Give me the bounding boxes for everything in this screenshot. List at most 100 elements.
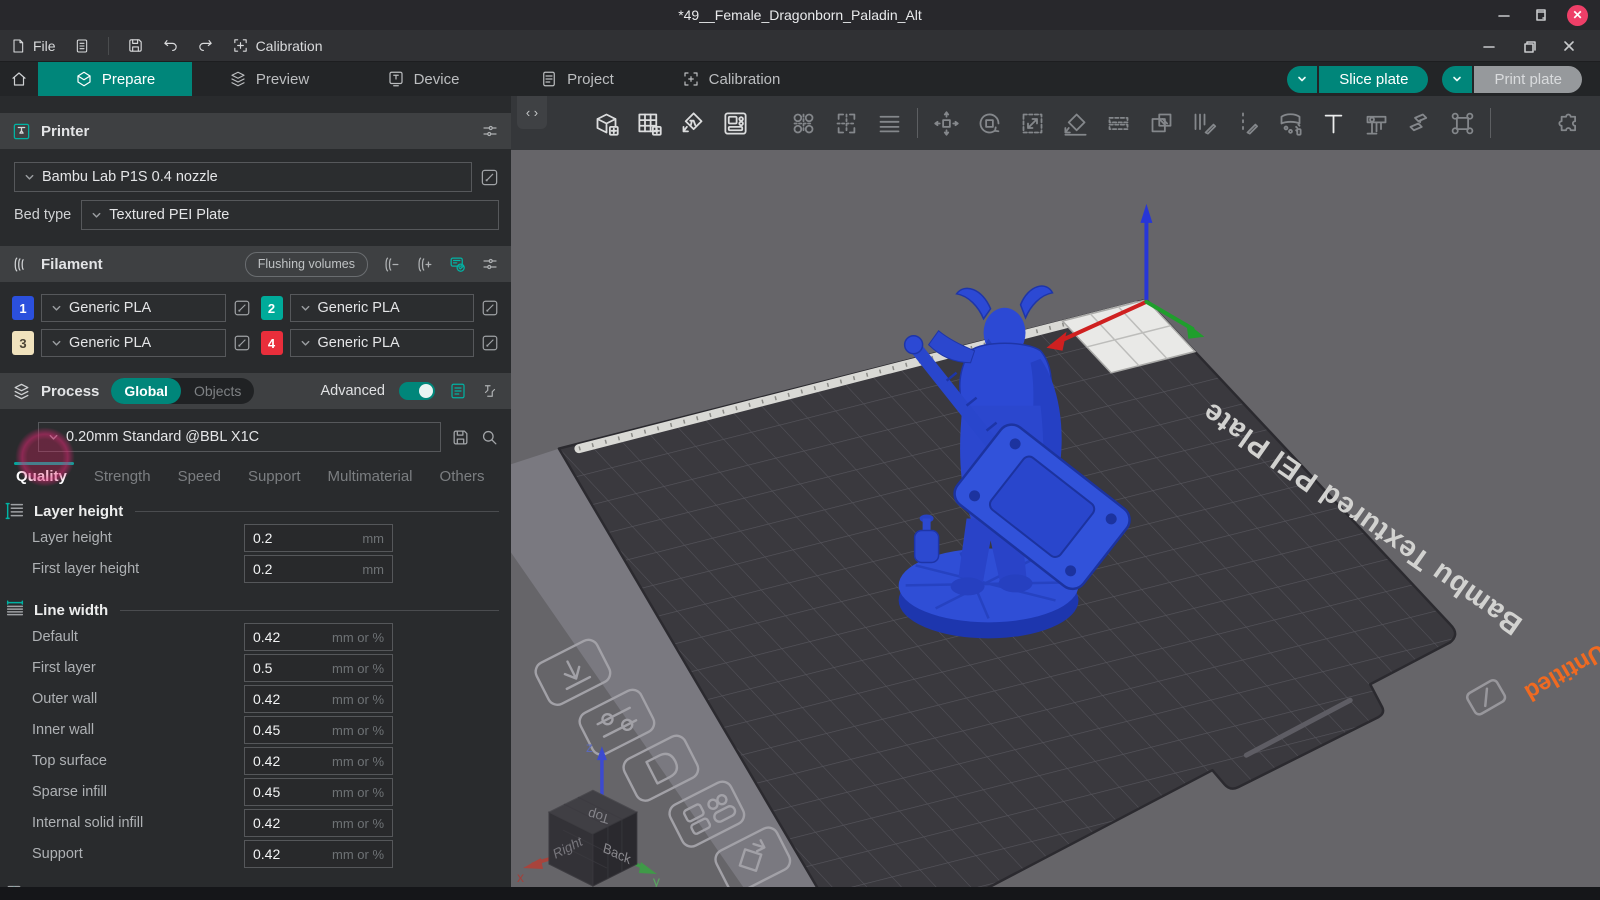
sidebar-collapse-button[interactable]: ‹ › (517, 96, 547, 129)
line-width-default-input[interactable]: 0.42mm or % (244, 623, 393, 651)
tab-calibration[interactable]: Calibration (654, 62, 808, 96)
add-plate-button[interactable] (634, 108, 664, 138)
tab-preview[interactable]: Preview (192, 62, 346, 96)
tab-quality[interactable]: Quality (16, 468, 67, 485)
tab-strength[interactable]: Strength (94, 468, 151, 485)
minimize-button[interactable] (1495, 6, 1513, 24)
split-to-objects-button[interactable] (788, 108, 818, 138)
maximize-button[interactable] (1531, 6, 1549, 24)
redo-button[interactable] (197, 37, 214, 54)
filament-2-select[interactable]: Generic PLA (290, 294, 475, 322)
split-to-parts-button[interactable] (831, 108, 861, 138)
notes-menu[interactable] (74, 38, 90, 54)
cut-tool-button[interactable] (1103, 108, 1133, 138)
ams-sync-icon[interactable] (448, 255, 467, 274)
flushing-volumes-button[interactable]: Flushing volumes (245, 252, 368, 277)
process-preset-select[interactable]: 0.20mm Standard @BBL X1C (38, 422, 441, 452)
search-preset-icon[interactable] (480, 428, 499, 447)
save-preset-icon[interactable] (451, 428, 470, 447)
line-width-first-layer-input[interactable]: 0.5mm or % (244, 654, 393, 682)
plugin-button[interactable] (1554, 108, 1584, 138)
filament-1-select[interactable]: Generic PLA (41, 294, 226, 322)
edit-filament-2-icon[interactable] (481, 299, 499, 317)
move-tool-button[interactable] (931, 108, 961, 138)
line-width-outer-wall-input[interactable]: 0.42mm or % (244, 685, 393, 713)
text-tool-button[interactable] (1318, 108, 1348, 138)
app-maximize-button[interactable] (1520, 37, 1538, 55)
printer-section-header: Printer (0, 113, 511, 149)
support-painting-button[interactable] (1189, 108, 1219, 138)
slice-plate-button[interactable]: Slice plate (1319, 66, 1428, 93)
remove-filament-icon[interactable] (382, 255, 401, 274)
home-button[interactable] (0, 62, 38, 96)
tab-others[interactable]: Others (440, 468, 485, 485)
advanced-toggle[interactable] (399, 382, 435, 400)
tab-device[interactable]: Device (346, 62, 500, 96)
parameter-list-icon[interactable] (449, 382, 467, 400)
setting-row: First layer 0.5mm or % (32, 653, 511, 683)
filament-2-badge[interactable]: 2 (261, 296, 283, 320)
tab-project[interactable]: Project (500, 62, 654, 96)
edit-printer-icon[interactable] (480, 168, 499, 187)
line-width-internal-solid-input[interactable]: 0.42mm or % (244, 809, 393, 837)
filament-3-select[interactable]: Generic PLA (41, 329, 226, 357)
edit-filament-3-icon[interactable] (233, 334, 251, 352)
rotate-tool-button[interactable] (974, 108, 1004, 138)
scope-objects-button[interactable]: Objects (181, 378, 254, 404)
mesh-boolean-button[interactable] (1146, 108, 1176, 138)
save-button[interactable] (127, 37, 144, 54)
printer-preset-select[interactable]: Bambu Lab P1S 0.4 nozzle (14, 162, 472, 192)
layer-height-group-header: Layer height (4, 500, 499, 522)
line-width-support-input[interactable]: 0.42mm or % (244, 840, 393, 868)
viewport-3d[interactable]: ‹ › (511, 96, 1600, 900)
scale-tool-button[interactable] (1017, 108, 1047, 138)
app-close-button[interactable] (1560, 37, 1578, 55)
app-minimize-button[interactable] (1480, 37, 1498, 55)
auto-arrange-button[interactable] (720, 108, 750, 138)
prepare-icon (75, 70, 93, 88)
slice-options-dropdown[interactable] (1287, 66, 1317, 93)
scope-global-button[interactable]: Global (111, 378, 181, 404)
edit-filament-4-icon[interactable] (481, 334, 499, 352)
print-plate-button[interactable]: Print plate (1474, 66, 1582, 93)
add-filament-icon[interactable] (415, 255, 434, 274)
window-bottom-edge (0, 887, 1600, 900)
print-options-dropdown[interactable] (1442, 66, 1472, 93)
device-icon (387, 70, 405, 88)
filament-3-badge[interactable]: 3 (12, 331, 34, 355)
file-menu[interactable]: File (10, 38, 56, 54)
auto-orient-button[interactable] (677, 108, 707, 138)
filament-settings-icon[interactable] (481, 255, 499, 273)
tab-multimaterial[interactable]: Multimaterial (328, 468, 413, 485)
tab-prepare[interactable]: Prepare (38, 62, 192, 96)
undo-button[interactable] (162, 37, 179, 54)
filament-4-select[interactable]: Generic PLA (290, 329, 475, 357)
add-object-button[interactable] (591, 108, 621, 138)
compare-presets-icon[interactable] (481, 382, 499, 400)
seam-painting-button[interactable] (1232, 108, 1262, 138)
line-width-sparse-infill-input[interactable]: 0.45mm or % (244, 778, 393, 806)
measure-tool-button[interactable] (1361, 108, 1391, 138)
layer-height-input[interactable]: 0.2mm (244, 524, 393, 552)
bed-type-select[interactable]: Textured PEI Plate (81, 200, 499, 230)
color-painting-button[interactable] (1275, 108, 1305, 138)
close-button[interactable]: ✕ (1567, 5, 1588, 26)
redo-icon (197, 37, 214, 54)
edit-filament-1-icon[interactable] (233, 299, 251, 317)
scene-canvas[interactable]: Bambu Textured PEI Plate Untitled (511, 150, 1600, 900)
first-layer-height-input[interactable]: 0.2mm (244, 555, 393, 583)
filament-1-badge[interactable]: 1 (12, 296, 34, 320)
calibration-menu[interactable]: Calibration (232, 37, 323, 54)
file-icon (10, 38, 26, 54)
variable-layer-height-button[interactable] (874, 108, 904, 138)
line-width-inner-wall-input[interactable]: 0.45mm or % (244, 716, 393, 744)
tab-speed[interactable]: Speed (178, 468, 221, 485)
line-width-top-surface-input[interactable]: 0.42mm or % (244, 747, 393, 775)
assembly-view-button[interactable] (1447, 108, 1477, 138)
lay-on-face-button[interactable] (1060, 108, 1090, 138)
filament-4-badge[interactable]: 4 (261, 331, 283, 355)
filament-slot-4: 4 Generic PLA (261, 329, 500, 357)
exploded-view-button[interactable] (1404, 108, 1434, 138)
printer-settings-icon[interactable] (481, 122, 499, 140)
tab-support[interactable]: Support (248, 468, 301, 485)
